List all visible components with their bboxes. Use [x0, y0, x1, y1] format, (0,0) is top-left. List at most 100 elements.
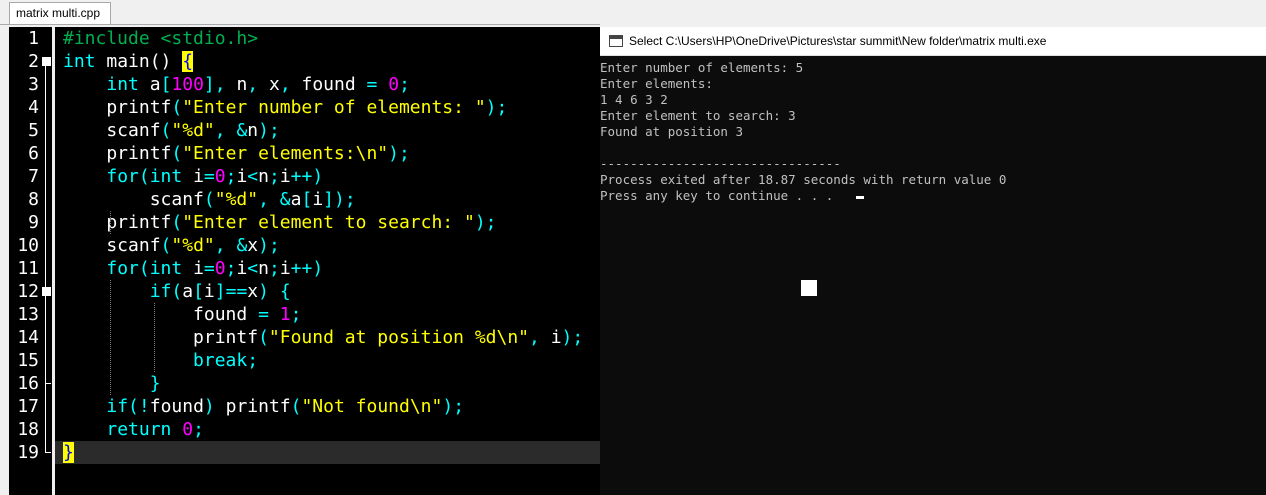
editor-tab-strip: matrix multi.cpp: [0, 0, 1266, 26]
code-token: (: [290, 396, 302, 417]
code-token: );: [258, 235, 280, 256]
line-number[interactable]: 5: [9, 119, 39, 142]
line-number[interactable]: 17: [9, 395, 39, 418]
indent-guide: [110, 280, 111, 395]
code-token: i: [236, 258, 248, 279]
fold-end-marker: [45, 452, 51, 453]
line-number[interactable]: 13: [9, 303, 39, 326]
line-number[interactable]: 4: [9, 96, 39, 119]
code-line[interactable]: printf("Enter element to search: ");: [63, 211, 497, 234]
code-line[interactable]: }: [63, 372, 161, 395]
code-token: 0: [388, 74, 400, 95]
line-number[interactable]: 19: [9, 441, 39, 464]
code-token: (: [160, 120, 172, 141]
code-line[interactable]: int a[100], n, x, found = 0;: [63, 73, 410, 96]
code-token: i: [279, 258, 291, 279]
code-token: "%d": [171, 120, 215, 141]
code-area[interactable]: #include <stdio.h> int main() { int a[100…: [63, 27, 600, 495]
line-number[interactable]: 14: [9, 326, 39, 349]
code-line[interactable]: return 0;: [63, 418, 204, 441]
code-token: for: [106, 258, 139, 279]
code-token: printf: [63, 212, 172, 233]
code-editor[interactable]: 1 2 3 4 5 6 7 8 9 10 11 12 13 14 15 16 17 18 19 #include <…: [9, 27, 600, 495]
line-number-gutter[interactable]: 1 2 3 4 5 6 7 8 9 10 11 12 13 14 15 16 17 18 19: [9, 27, 52, 495]
code-line[interactable]: if(!found) printf("Not found\n");: [63, 395, 464, 418]
code-token: i: [236, 166, 248, 187]
code-token: "Enter number of elements: ": [182, 97, 486, 118]
code-token: );: [474, 212, 497, 233]
line-number[interactable]: 7: [9, 165, 39, 188]
line-number[interactable]: 8: [9, 188, 39, 211]
code-token: &: [236, 235, 248, 256]
code-token: if: [106, 396, 129, 417]
gutter-separator: [52, 27, 55, 495]
code-line[interactable]: scanf("%d", &a[i]);: [63, 188, 356, 211]
code-token: 0: [182, 419, 194, 440]
code-token: ;: [193, 419, 204, 440]
line-number[interactable]: 15: [9, 349, 39, 372]
line-number[interactable]: 3: [9, 73, 39, 96]
code-line[interactable]: scanf("%d", &n);: [63, 119, 280, 142]
console-output-line: Enter elements:: [600, 76, 713, 91]
line-number[interactable]: 12: [9, 280, 39, 303]
code-line[interactable]: for(int i=0;i<n;i++): [63, 257, 323, 280]
fold-marker-icon[interactable]: [42, 57, 51, 66]
code-token: (: [258, 327, 269, 348]
code-line[interactable]: printf("Enter number of elements: ");: [63, 96, 507, 119]
line-number[interactable]: 6: [9, 142, 39, 165]
code-token: ;: [268, 258, 280, 279]
console-app-icon: [609, 35, 623, 47]
code-token: );: [258, 120, 280, 141]
code-token: return: [106, 419, 172, 440]
code-token: ]==: [214, 281, 248, 302]
code-line[interactable]: printf("Found at position %d\n", i);: [63, 326, 583, 349]
code-line[interactable]: break;: [63, 349, 258, 372]
code-line[interactable]: #include <stdio.h>: [63, 27, 258, 50]
console-output-line: --------------------------------: [600, 156, 841, 171]
line-number[interactable]: 18: [9, 418, 39, 441]
tab-matrix-multi-cpp[interactable]: matrix multi.cpp: [9, 2, 111, 24]
line-number[interactable]: 11: [9, 257, 39, 280]
code-token: ;: [290, 304, 302, 325]
code-token: ;: [268, 166, 280, 187]
fold-marker-icon[interactable]: [42, 287, 51, 296]
code-token: (: [171, 97, 183, 118]
code-token: i: [539, 327, 562, 348]
code-token: a: [138, 74, 161, 95]
code-token: printf: [214, 396, 291, 417]
console-output-line: Enter number of elements: 5: [600, 60, 804, 75]
code-token: =: [203, 166, 215, 187]
code-token: ): [203, 396, 215, 417]
code-token: (: [171, 281, 183, 302]
line-number[interactable]: 1: [9, 27, 39, 50]
code-token: "%d": [214, 189, 259, 210]
line-number[interactable]: 2: [9, 50, 39, 73]
line-number[interactable]: 10: [9, 234, 39, 257]
code-token: for: [106, 166, 139, 187]
code-line[interactable]: scanf("%d", &x);: [63, 234, 280, 257]
line-number[interactable]: 9: [9, 211, 39, 234]
code-line[interactable]: int main() {: [63, 50, 194, 73]
fold-end-marker: [45, 383, 51, 384]
code-token: &: [279, 189, 291, 210]
code-line[interactable]: found = 1;: [63, 303, 301, 326]
code-line[interactable]: printf("Enter elements:\n");: [63, 142, 409, 165]
console-cursor: [856, 196, 864, 199]
code-line[interactable]: if(a[i]==x) {: [63, 280, 291, 303]
line-number[interactable]: 16: [9, 372, 39, 395]
console-window[interactable]: Select C:\Users\HP\OneDrive\Pictures\sta…: [600, 27, 1266, 495]
code-token: =: [203, 258, 215, 279]
code-line[interactable]: }: [63, 441, 74, 464]
code-token: i: [182, 166, 204, 187]
code-token: scanf: [63, 189, 204, 210]
console-titlebar[interactable]: Select C:\Users\HP\OneDrive\Pictures\sta…: [600, 27, 1266, 56]
code-token: found: [290, 74, 367, 95]
code-line[interactable]: for(int i=0;i<n;i++): [63, 165, 323, 188]
